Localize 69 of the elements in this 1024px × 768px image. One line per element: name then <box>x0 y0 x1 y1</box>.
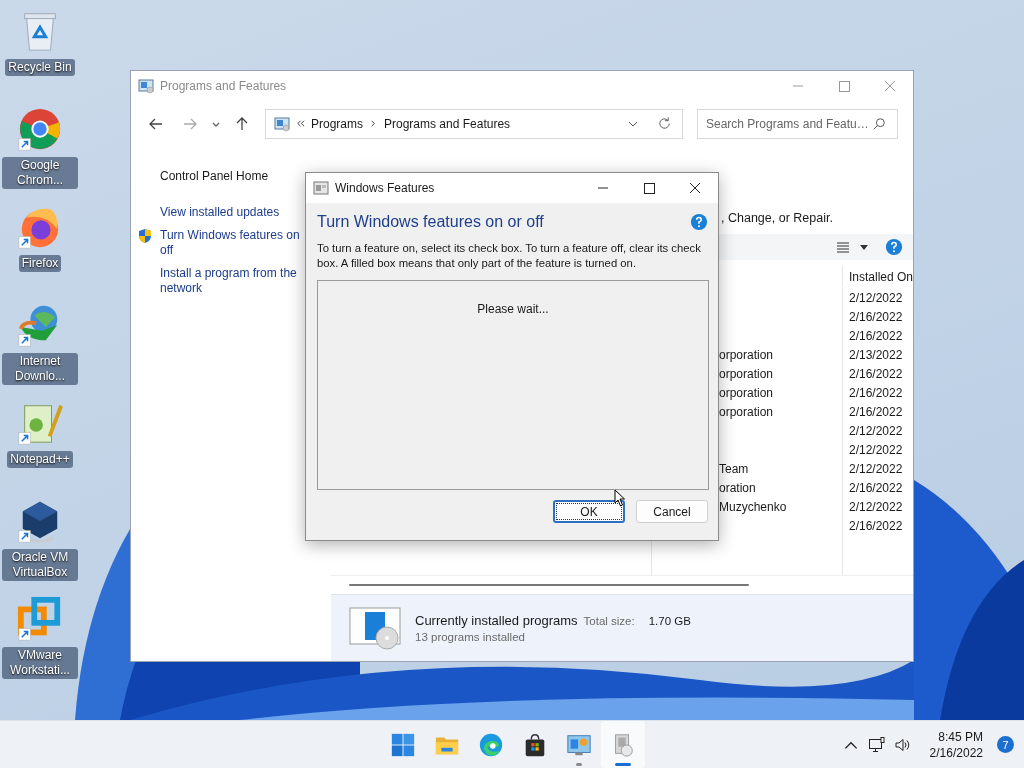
dialog-heading: Turn Windows features on or off <box>317 213 544 231</box>
description-text: To turn a feature on, select its check box. To turn a feature off, clear its check box. A filled box means that only part of the feature is turned on. <box>317 241 702 271</box>
view-options-icon[interactable] <box>835 239 851 255</box>
table-cell: 2/16/2022 <box>849 480 903 495</box>
sidebar-link[interactable]: Install a program from the network <box>160 266 302 296</box>
table-cell: 2/16/2022 <box>849 385 903 400</box>
table-cell: Muzychenko <box>719 499 787 514</box>
chevron-icon <box>369 119 378 128</box>
table-cell: oration <box>719 480 756 495</box>
ring-logo-icon[interactable] <box>17 106 63 152</box>
status-text: Please wait... <box>477 302 549 316</box>
desktop-icon-label[interactable]: VMware Workstati... <box>2 647 78 679</box>
control-panel-icon <box>138 78 154 94</box>
instruction-text: , Change, or Repair. <box>721 211 833 225</box>
table-cell: 2/12/2022 <box>849 442 903 457</box>
table-cell: 2/16/2022 <box>849 518 903 533</box>
table-cell: Team <box>719 461 749 476</box>
program-count: 13 programs installed <box>415 631 526 643</box>
notification-badge[interactable]: 7 <box>997 736 1014 753</box>
address-bar[interactable]: Programs Programs and Features <box>265 108 683 139</box>
dialog-title: Windows Features <box>335 181 435 195</box>
desktop-icon-label[interactable]: Google Chrom... <box>2 157 78 189</box>
cancel-button[interactable]: Cancel <box>636 500 708 523</box>
search-icon[interactable] <box>872 116 886 131</box>
table-cell: orporation <box>719 404 774 419</box>
double-chevron-icon <box>296 119 305 128</box>
size-label: Total size: <box>583 615 635 627</box>
table-cell: 2/13/2022 <box>849 347 903 362</box>
search-field[interactable]: Search Programs and Featu… <box>697 108 898 139</box>
size-value: 1.70 GB <box>648 615 691 627</box>
window-title: Programs and Features <box>160 79 287 93</box>
scrollbar-thumb[interactable] <box>349 584 749 586</box>
squares-logo-icon[interactable] <box>17 596 63 642</box>
table-cell: 2/12/2022 <box>849 423 903 438</box>
details-title: Currently installed programs <box>415 613 578 628</box>
sidebar-link[interactable]: Control Panel Home <box>160 169 302 184</box>
network-icon[interactable] <box>867 735 886 754</box>
help-icon[interactable] <box>690 213 708 231</box>
table-cell: 2/12/2022 <box>849 499 903 514</box>
breadcrumb[interactable]: Programs <box>311 116 363 131</box>
table-cell: orporation <box>719 385 774 400</box>
shield-icon <box>138 228 152 244</box>
cursor-icon <box>614 489 626 507</box>
program-box-icon <box>349 606 401 650</box>
column-header[interactable]: Installed On <box>842 266 913 287</box>
desktop-icon-label[interactable]: Internet Downlo... <box>2 353 78 385</box>
desktop-icon-label[interactable]: Recycle Bin <box>5 59 75 76</box>
table-cell: 2/12/2022 <box>849 461 903 476</box>
ok-button[interactable]: OK <box>553 500 625 523</box>
table-cell: 2/16/2022 <box>849 328 903 343</box>
table-cell: orporation <box>719 347 774 362</box>
clock[interactable]: 8:45 PM 2/16/2022 <box>929 728 983 761</box>
breadcrumb[interactable]: Programs and Features <box>384 116 511 131</box>
control-panel-icon <box>274 115 290 132</box>
help-icon[interactable] <box>885 238 903 256</box>
swirl-logo-icon[interactable] <box>478 731 504 758</box>
desktop-icon-label[interactable]: Oracle VM VirtualBox <box>2 549 78 581</box>
features-icon <box>313 180 329 196</box>
desktop-icon-label[interactable]: Notepad++ <box>7 451 73 468</box>
table-cell: 2/16/2022 <box>849 404 903 419</box>
refresh-icon[interactable] <box>657 116 672 131</box>
dropdown-arrow-icon[interactable] <box>859 242 869 252</box>
table-cell: orporation <box>719 366 774 381</box>
start-button[interactable] <box>390 731 416 758</box>
desktop-icon-label[interactable]: Firefox <box>18 255 62 272</box>
table-cell: 2/16/2022 <box>849 366 903 381</box>
sidebar-link[interactable]: View installed updates <box>160 205 302 220</box>
table-cell: 2/12/2022 <box>849 290 903 305</box>
table-cell: 2/16/2022 <box>849 309 903 324</box>
